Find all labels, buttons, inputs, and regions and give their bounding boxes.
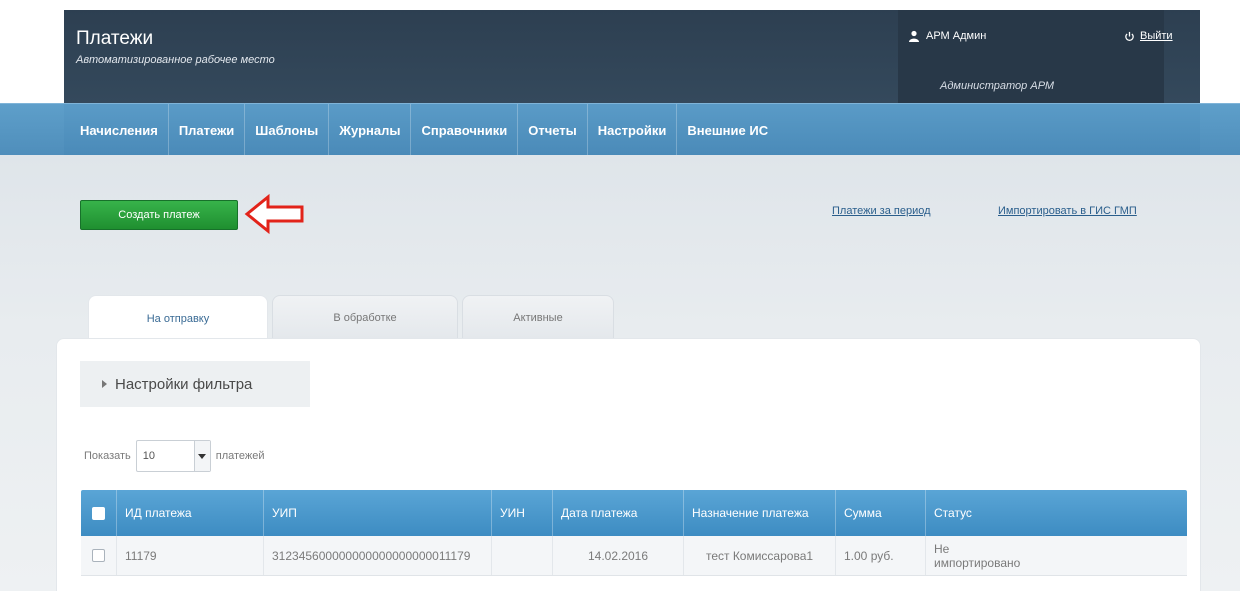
payments-table: ИД платежа УИП УИН Дата платежа Назначен…	[81, 490, 1187, 576]
dropdown-button[interactable]	[193, 441, 210, 471]
main-content: Создать платеж Платежи за период Импорти…	[0, 155, 1240, 591]
filter-settings-toggle[interactable]: Настройки фильтра	[80, 361, 310, 407]
cell-purpose: тест Комиссарова1	[684, 536, 836, 575]
tab-active[interactable]: Активные	[462, 295, 614, 339]
table-row[interactable]: 11179 312345600000000000000000011179 14.…	[81, 536, 1187, 576]
tab-to-send[interactable]: На отправку	[88, 295, 268, 341]
chevron-down-icon	[198, 453, 207, 459]
filter-label: Настройки фильтра	[115, 375, 253, 393]
select-all-checkbox[interactable]	[92, 506, 105, 520]
nav-item-settings[interactable]: Настройки	[588, 104, 678, 156]
nav-item-payments[interactable]: Платежи	[169, 104, 246, 156]
column-header-uin[interactable]: УИН	[492, 490, 553, 536]
cell-uip: 312345600000000000000000011179	[264, 536, 492, 575]
logout-link[interactable]: Выйти	[1124, 30, 1173, 42]
cell-date: 14.02.2016	[553, 536, 684, 575]
show-label: Показать	[84, 450, 131, 462]
logout-label: Выйти	[1140, 30, 1173, 42]
app-header: Платежи Автоматизированное рабочее место…	[0, 0, 1240, 103]
payments-panel: Настройки фильтра Показать 10 платежей И…	[56, 338, 1201, 591]
select-all-cell	[81, 490, 117, 536]
power-icon	[1125, 31, 1134, 41]
nav-menu: Начисления Платежи Шаблоны Журналы Справ…	[64, 104, 1200, 156]
nav-item-accruals[interactable]: Начисления	[70, 104, 169, 156]
page-size-value: 10	[142, 450, 156, 462]
payments-period-link[interactable]: Платежи за период	[832, 205, 931, 217]
user-name-label: АРМ Админ	[926, 30, 987, 42]
nav-item-external-systems[interactable]: Внешние ИС	[677, 104, 778, 156]
column-header-date[interactable]: Дата платежа	[553, 490, 684, 536]
user-name: АРМ Админ	[908, 30, 986, 42]
cell-status: Не импортировано	[934, 541, 1021, 570]
user-icon	[909, 30, 919, 42]
nav-item-journals[interactable]: Журналы	[329, 104, 412, 156]
column-header-amount[interactable]: Сумма	[836, 490, 926, 536]
tab-processing[interactable]: В обработке	[272, 295, 458, 339]
import-gis-gmp-link[interactable]: Импортировать в ГИС ГМП	[998, 205, 1137, 217]
create-payment-button[interactable]: Создать платеж	[80, 200, 238, 230]
column-header-uip[interactable]: УИП	[264, 490, 492, 536]
user-panel: АРМ Админ Выйти Администратор АРМ	[898, 10, 1173, 103]
nav-item-directories[interactable]: Справочники	[411, 104, 519, 156]
nav-item-templates[interactable]: Шаблоны	[245, 104, 330, 156]
caret-right-icon	[102, 380, 107, 388]
header-bar: Платежи Автоматизированное рабочее место…	[64, 10, 1200, 103]
row-select-cell	[81, 536, 117, 575]
cell-id: 11179	[117, 536, 264, 575]
cell-uin	[492, 536, 553, 575]
main-nav: Начисления Платежи Шаблоны Журналы Справ…	[0, 103, 1240, 156]
column-header-purpose[interactable]: Назначение платежа	[684, 490, 836, 536]
column-header-id[interactable]: ИД платежа	[117, 490, 264, 536]
nav-item-reports[interactable]: Отчеты	[518, 104, 588, 156]
user-role: Администратор АРМ	[940, 80, 1055, 92]
app-subtitle: Автоматизированное рабочее место	[76, 54, 275, 66]
row-checkbox[interactable]	[92, 549, 105, 562]
column-header-status[interactable]: Статус	[926, 490, 1187, 536]
red-arrow-icon	[244, 193, 304, 235]
page-size-select[interactable]: 10	[135, 440, 211, 472]
payments-unit-label: платежей	[215, 450, 265, 462]
app-title: Платежи	[76, 28, 154, 49]
table-header: ИД платежа УИП УИН Дата платежа Назначен…	[81, 490, 1187, 536]
cell-amount: 1.00 руб.	[836, 536, 926, 575]
page-size-control: Показать 10 платежей	[84, 440, 265, 472]
